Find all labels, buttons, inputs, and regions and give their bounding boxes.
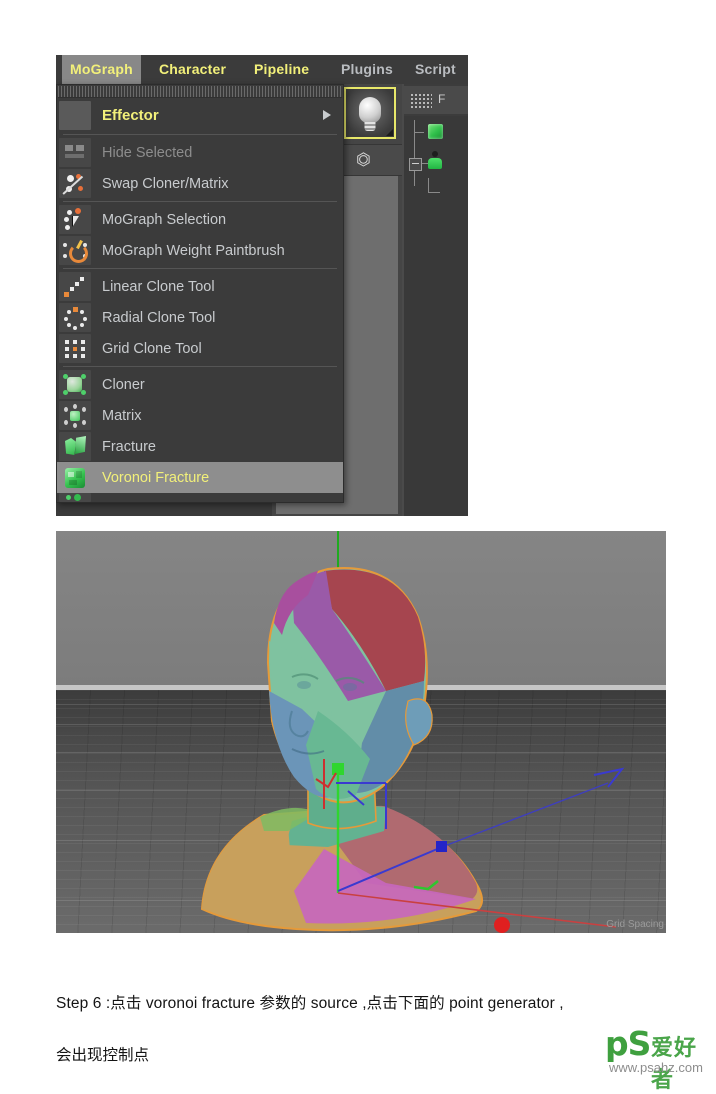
menu-item-label: Swap Cloner/Matrix xyxy=(102,175,229,192)
menu-item-linear-clone-tool[interactable]: Linear Clone Tool xyxy=(57,271,343,302)
lightbulb-icon xyxy=(359,97,381,123)
menu-item-label: Grid Clone Tool xyxy=(102,340,202,357)
viewport-overlay xyxy=(200,531,625,933)
caption-line-2: 会出现控制点 xyxy=(56,1047,150,1064)
menu-item-label: Linear Clone Tool xyxy=(102,278,215,295)
menu-item-matrix[interactable]: Matrix xyxy=(57,400,343,431)
menu-mograph[interactable]: MoGraph xyxy=(62,55,141,84)
mograph-selection-icon xyxy=(59,205,91,234)
menu-item-label: Hide Selected xyxy=(102,144,193,161)
menu-tearoff-handle[interactable] xyxy=(58,86,342,98)
menu-item-label: Effector xyxy=(102,106,159,124)
gizmo-y-handle xyxy=(332,763,344,775)
menu-character[interactable]: Character xyxy=(151,55,234,84)
menu-item-label: MoGraph Selection xyxy=(102,211,227,228)
voronoi-fracture-icon xyxy=(59,463,91,492)
menu-pipeline[interactable]: Pipeline xyxy=(246,55,317,84)
voronoi-fracture-object-icon[interactable] xyxy=(428,124,443,139)
menu-item-partial-next[interactable] xyxy=(57,493,343,502)
object-manager-header: F xyxy=(404,86,468,114)
menu-item-label: Voronoi Fracture xyxy=(102,469,210,486)
partial-icon xyxy=(59,493,91,502)
menu-item-mograph-weight-paintbrush[interactable]: MoGraph Weight Paintbrush xyxy=(57,235,343,266)
menu-item-grid-clone-tool[interactable]: Grid Clone Tool xyxy=(57,333,343,364)
menu-item-label: Fracture xyxy=(102,438,156,455)
menu-plugins[interactable]: Plugins xyxy=(333,55,401,84)
grip-dots-icon[interactable] xyxy=(410,93,432,109)
object-manager-header-label: F xyxy=(438,92,446,106)
gizmo-x-handle xyxy=(494,917,510,933)
menu-separator xyxy=(63,366,337,367)
menu-bar: MoGraph Character Pipeline Plugins Scrip… xyxy=(56,55,468,84)
figure-object-icon[interactable] xyxy=(432,151,438,157)
caption-line-1: Step 6 :点击 voronoi fracture 参数的 source ,… xyxy=(56,995,564,1012)
object-tree xyxy=(404,116,468,516)
menu-item-label: Radial Clone Tool xyxy=(102,309,216,326)
tree-connector xyxy=(428,178,429,192)
menu-item-mograph-selection[interactable]: MoGraph Selection xyxy=(57,204,343,235)
lightbulb-base-icon xyxy=(364,122,376,131)
menu-separator xyxy=(63,134,337,135)
watermark-url: www.psahz.com xyxy=(609,1060,703,1075)
menu-item-swap-cloner-matrix[interactable]: Swap Cloner/Matrix xyxy=(57,168,343,199)
menu-script[interactable]: Script xyxy=(407,55,464,84)
menu-item-hide-selected[interactable]: Hide Selected xyxy=(57,137,343,168)
cloner-icon xyxy=(59,370,91,399)
menu-item-radial-clone-tool[interactable]: Radial Clone Tool xyxy=(57,302,343,333)
menu-item-voronoi-fracture[interactable]: Voronoi Fracture xyxy=(57,462,343,493)
grid-clone-icon xyxy=(59,334,91,363)
menu-separator xyxy=(63,268,337,269)
cinema4d-screenshot: ↕ ↻ ⏣ F MoG xyxy=(56,55,468,516)
watermark-ps-logo: pS xyxy=(605,1024,651,1063)
menu-item-label: Cloner xyxy=(102,376,145,393)
tree-connector xyxy=(414,132,424,133)
scale-frame-icon[interactable]: ⏣ xyxy=(356,151,371,168)
gizmo-z-far-marker xyxy=(593,767,625,788)
hide-selected-icon xyxy=(59,138,91,167)
menu-item-label: MoGraph Weight Paintbrush xyxy=(102,242,285,259)
fractured-bust-model xyxy=(200,567,483,932)
menu-item-label: Matrix xyxy=(102,407,142,424)
effector-icon xyxy=(59,100,91,130)
grid-spacing-label: Grid Spacing xyxy=(606,919,664,930)
figure-object-body-icon xyxy=(428,158,442,169)
tool-group-corner-icon xyxy=(386,129,393,136)
light-tool-button[interactable] xyxy=(344,87,396,139)
radial-clone-icon xyxy=(59,303,91,332)
chevron-right-icon xyxy=(323,110,331,120)
matrix-icon xyxy=(59,401,91,430)
watermark: pS 爱好者 www.psahz.com xyxy=(605,1024,713,1093)
linear-clone-icon xyxy=(59,272,91,301)
tree-connector xyxy=(414,120,415,186)
tree-expand-toggle[interactable] xyxy=(409,158,422,171)
gizmo-z-handle xyxy=(436,841,447,852)
menu-item-effector[interactable]: Effector xyxy=(57,98,343,132)
object-manager: F xyxy=(404,84,468,516)
menu-item-cloner[interactable]: Cloner xyxy=(57,369,343,400)
swap-cloner-matrix-icon xyxy=(59,169,91,198)
tree-connector xyxy=(428,192,440,193)
mograph-dropdown-menu: Effector Hide Selected Swap Cloner/Matri… xyxy=(56,84,344,503)
menu-item-fracture[interactable]: Fracture xyxy=(57,431,343,462)
fracture-icon xyxy=(59,432,91,461)
3d-viewport[interactable]: Grid Spacing xyxy=(56,531,666,933)
menu-separator xyxy=(63,201,337,202)
mograph-weight-paintbrush-icon xyxy=(59,236,91,265)
